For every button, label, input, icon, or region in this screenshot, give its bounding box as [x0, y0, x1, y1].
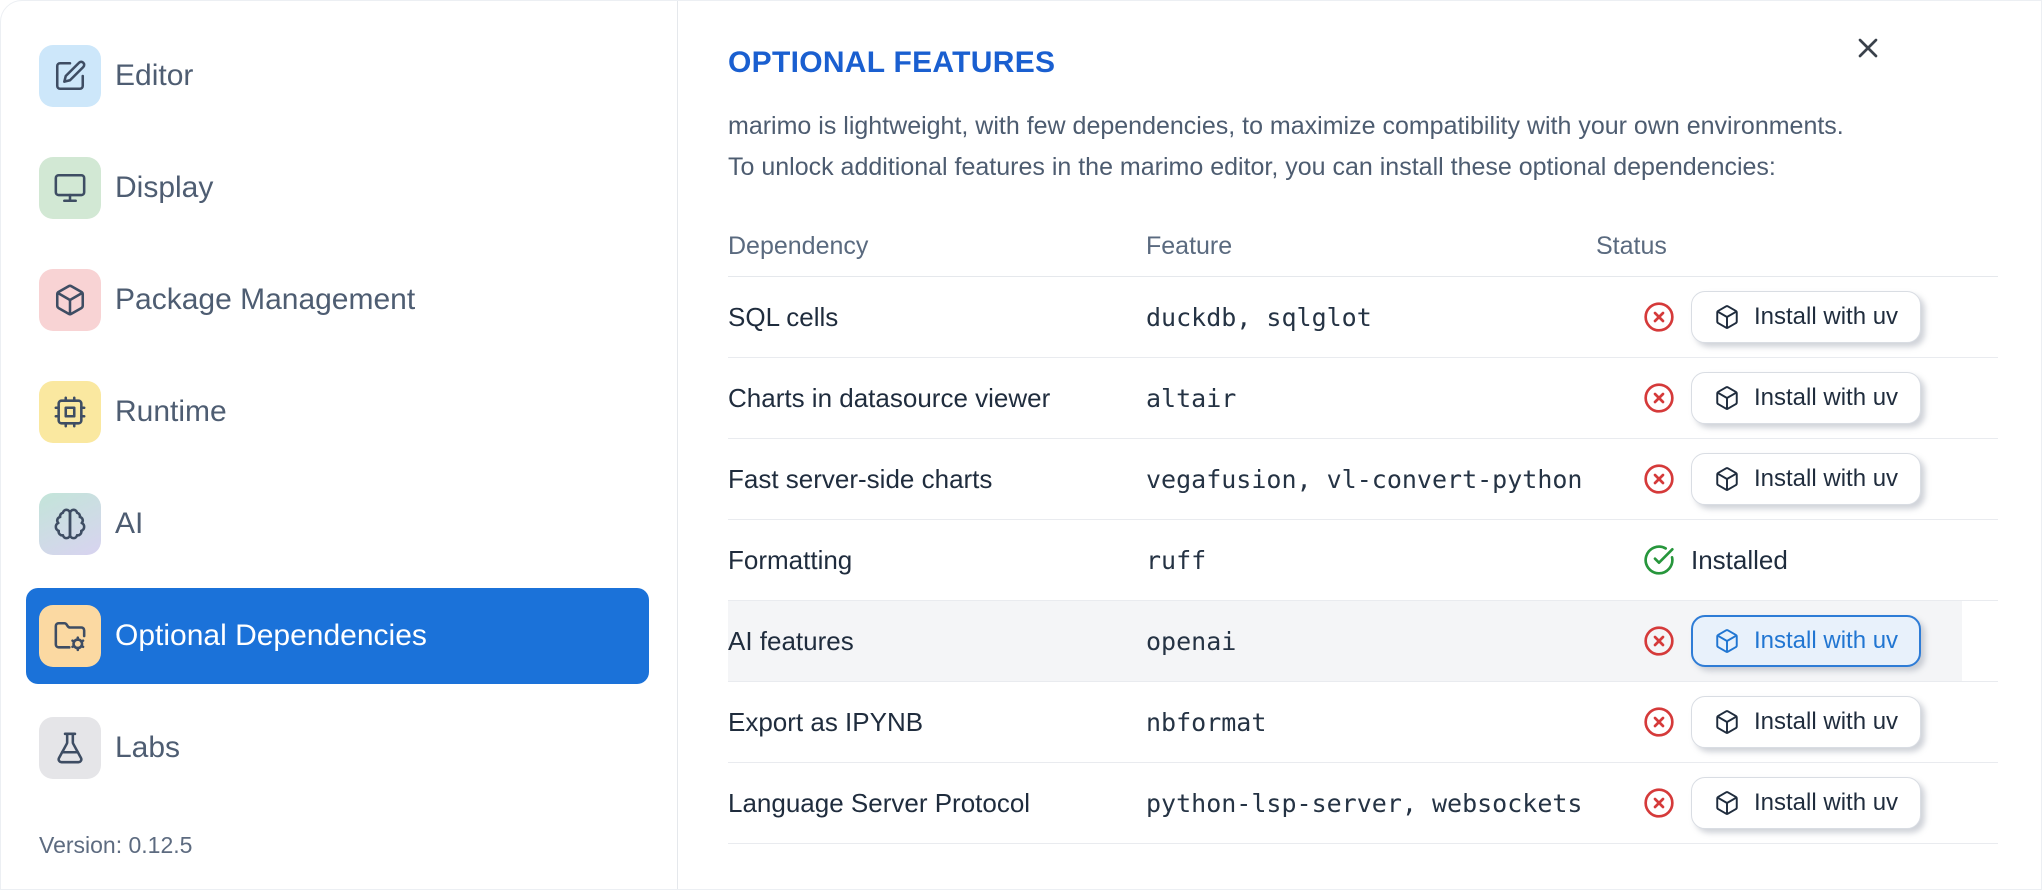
feature-cell: duckdb, sqlglot — [1146, 302, 1372, 332]
description-line-2: To unlock additional features in the mar… — [728, 153, 1776, 181]
dependency-cell: Charts in datasource viewer — [728, 382, 1051, 413]
install-with-uv-button[interactable]: Install with uv — [1691, 453, 1922, 505]
sidebar-nav: Editor Display Package Management Runtime AI… — [26, 28, 677, 796]
x-circle-icon — [1643, 382, 1675, 414]
edit-icon — [39, 45, 101, 107]
status-cell: Install with uv — [1596, 291, 1998, 343]
dependency-cell: SQL cells — [728, 301, 839, 332]
sidebar-item-label: Editor — [115, 59, 194, 92]
installed-status-label: Installed — [1691, 544, 1788, 575]
table-row-formatting: Formatting ruff Installed — [728, 520, 1998, 601]
package-icon — [1714, 466, 1740, 492]
install-button-label: Install with uv — [1754, 303, 1899, 330]
package-icon — [1714, 385, 1740, 411]
sidebar-item-optional-dependencies[interactable]: Optional Dependencies — [26, 588, 649, 684]
sidebar-item-label: AI — [115, 507, 144, 540]
close-button[interactable] — [1846, 27, 1890, 71]
x-circle-icon — [1643, 301, 1675, 333]
table-row-sql-cells: SQL cells duckdb, sqlglot Install with uv — [728, 277, 1998, 358]
version-label: Version: 0.12.5 — [39, 832, 193, 858]
install-with-uv-button[interactable]: Install with uv — [1691, 777, 1922, 829]
sidebar-item-label: Labs — [115, 731, 181, 764]
table-row-fast-server-side-charts: Fast server-side charts vegafusion, vl-co… — [728, 439, 1998, 520]
sidebar-item-label: Package Management — [115, 283, 416, 316]
x-circle-icon — [1643, 706, 1675, 738]
status-cell: Install with uv — [1596, 777, 1998, 829]
install-with-uv-button[interactable]: Install with uv — [1691, 291, 1922, 343]
page-title: OPTIONAL FEATURES — [728, 46, 1056, 79]
sidebar-item-ai[interactable]: AI — [26, 476, 649, 572]
x-circle-icon — [1643, 625, 1675, 657]
status-cell: Install with uv — [1596, 453, 1998, 505]
sidebar-item-runtime[interactable]: Runtime — [26, 364, 649, 460]
description: marimo is lightweight, with few dependen… — [728, 106, 1998, 188]
install-with-uv-button[interactable]: Install with uv — [1691, 372, 1922, 424]
feature-cell: openai — [1146, 626, 1237, 656]
sidebar-item-editor[interactable]: Editor — [26, 28, 649, 124]
flask-icon — [39, 717, 101, 779]
status-cell: Installed — [1596, 544, 1998, 576]
feature-cell: altair — [1146, 383, 1237, 413]
package-icon — [1714, 304, 1740, 330]
status-cell: Install with uv — [1596, 372, 1998, 424]
settings-dialog: Editor Display Package Management Runtime AI… — [0, 0, 2042, 890]
status-cell: Install with uv — [1596, 696, 1998, 748]
install-with-uv-button[interactable]: Install with uv — [1691, 696, 1922, 748]
dependency-cell: Formatting — [728, 544, 853, 575]
dependencies-table: Dependency Feature Status SQL cells duckd… — [728, 216, 1998, 844]
column-header-status: Status — [1596, 231, 1667, 260]
feature-cell: python-lsp-server, websockets — [1146, 788, 1583, 818]
feature-cell: vegafusion, vl-convert-python — [1146, 464, 1583, 494]
feature-cell: nbformat — [1146, 707, 1267, 737]
sidebar-item-labs[interactable]: Labs — [26, 700, 649, 796]
install-with-uv-button[interactable]: Install with uv — [1691, 615, 1922, 667]
sidebar-item-label: Display — [115, 171, 214, 204]
sidebar-item-label: Runtime — [115, 395, 227, 428]
install-button-label: Install with uv — [1754, 708, 1899, 735]
brain-icon — [39, 493, 101, 555]
cpu-icon — [39, 381, 101, 443]
install-button-label: Install with uv — [1754, 465, 1899, 492]
close-icon — [1852, 32, 1884, 67]
optional-features-panel: OPTIONAL FEATURES marimo is lightweight,… — [678, 1, 2041, 889]
check-circle-icon — [1643, 544, 1675, 576]
package-icon — [1714, 709, 1740, 735]
package-icon — [39, 269, 101, 331]
table-header-row: Dependency Feature Status — [728, 216, 1998, 277]
dependency-cell: Fast server-side charts — [728, 463, 993, 494]
sidebar-item-display[interactable]: Display — [26, 140, 649, 236]
x-circle-icon — [1643, 787, 1675, 819]
table-row-export-as-ipynb: Export as IPYNB nbformat Install with uv — [728, 682, 1998, 763]
x-circle-icon — [1643, 463, 1675, 495]
table-row-language-server-protocol: Language Server Protocol python-lsp-serve… — [728, 763, 1998, 844]
dependency-cell: AI features — [728, 625, 854, 656]
sidebar-item-package-management[interactable]: Package Management — [26, 252, 649, 348]
column-header-feature: Feature — [1146, 231, 1233, 260]
install-button-label: Install with uv — [1754, 789, 1899, 816]
feature-cell: ruff — [1146, 545, 1207, 575]
display-icon — [39, 157, 101, 219]
table-body: SQL cells duckdb, sqlglot Install with uv C… — [728, 277, 1998, 844]
sidebar-item-label: Optional Dependencies — [115, 619, 427, 652]
dependency-cell: Export as IPYNB — [728, 706, 924, 737]
folder-cog-icon — [39, 605, 101, 667]
status-cell: Install with uv — [1596, 615, 1998, 667]
package-icon — [1714, 628, 1740, 654]
install-button-label: Install with uv — [1754, 384, 1899, 411]
column-header-dependency: Dependency — [728, 231, 869, 260]
settings-sidebar: Editor Display Package Management Runtime AI… — [1, 1, 678, 889]
description-line-1: marimo is lightweight, with few dependen… — [728, 112, 1844, 140]
dependency-cell: Language Server Protocol — [728, 787, 1031, 818]
package-icon — [1714, 790, 1740, 816]
table-row-charts-in-datasource-viewer: Charts in datasource viewer altair Install… — [728, 358, 1998, 439]
table-row-ai-features: AI features openai Install with uv — [728, 601, 1998, 682]
install-button-label: Install with uv — [1754, 627, 1899, 654]
